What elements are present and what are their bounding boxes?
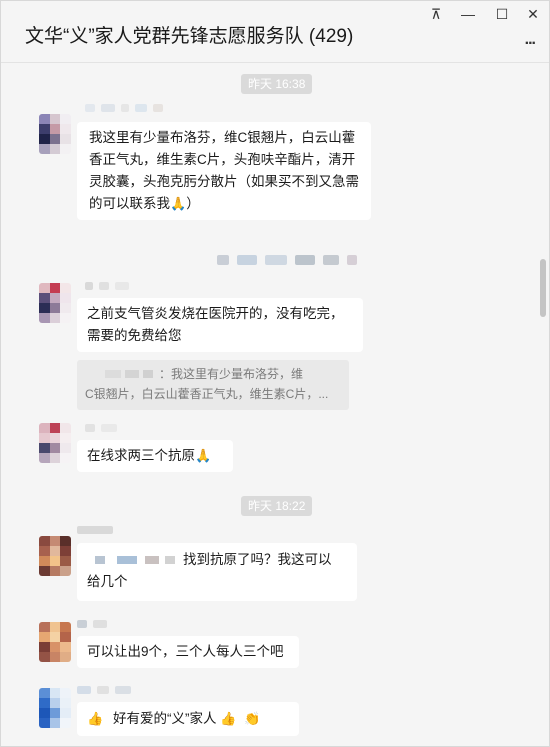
window-bottom-edge: [1, 738, 549, 746]
avatar[interactable]: [39, 622, 71, 662]
message-text: 之前支气管炎发烧在医院开的，没有吃完，需要的免费给您: [87, 306, 344, 343]
pray-emoji-icon: 🙏: [195, 448, 212, 463]
avatar[interactable]: [39, 283, 71, 323]
title-bar: 文华“义”家人党群先锋志愿服务队 (429) ⊼ — ☐ ✕ ...: [1, 1, 549, 63]
clap-emoji-icon: 👏: [244, 711, 261, 726]
chat-title: 文华“义”家人党群先锋志愿服务队 (429): [25, 26, 354, 47]
close-button[interactable]: ✕: [522, 5, 544, 23]
message-bubble[interactable]: 找到抗原了吗？我这可以 给几个: [77, 543, 357, 601]
quoted-message[interactable]: ：我这里有少量布洛芬，维 C银翘片，白云山藿香正气丸，维生素C片，...: [77, 360, 349, 410]
message-text: 我这里有少量布洛芬，维C银翘片，白云山藿香正气丸，维生素C片，头孢呋辛酯片，清开…: [89, 130, 359, 211]
avatar[interactable]: [39, 423, 71, 463]
timestamp: 昨天 16:38: [241, 74, 313, 94]
thumbs-up-emoji-icon: 👍: [87, 711, 104, 726]
avatar[interactable]: [39, 536, 71, 576]
message-list[interactable]: 昨天 16:38 我这里有少量布洛芬，维C银翘片，白云山藿香正气丸，维生素C片，…: [1, 64, 549, 746]
avatar[interactable]: [39, 688, 71, 728]
message-bubble[interactable]: 在线求两三个抗原🙏: [77, 440, 233, 472]
sender-name: [77, 686, 131, 694]
maximize-button[interactable]: ☐: [491, 5, 513, 23]
pray-emoji-icon: 🙏: [170, 196, 187, 211]
quote-text-line1: ：我这里有少量布洛芬，维: [159, 367, 304, 381]
sender-name: [77, 620, 107, 628]
timestamp: 昨天 18:22: [241, 496, 313, 516]
chat-window: 文华“义”家人党群先锋志愿服务队 (429) ⊼ — ☐ ✕ ... 昨天 16…: [0, 0, 550, 747]
quote-text-line2: C银翘片，白云山藿香正气丸，维生素C片，...: [85, 387, 329, 401]
sender-name: [85, 282, 129, 290]
message-text: 在线求两三个抗原: [87, 448, 195, 463]
message-bubble[interactable]: 可以让出9个，三个人每人三个吧: [77, 636, 299, 668]
message-text-cont: 给几个: [87, 574, 128, 589]
scrollbar[interactable]: [540, 259, 546, 317]
thumbs-up-emoji-icon: 👍: [220, 711, 237, 726]
message-text: 好有爱的“义”家人: [112, 711, 217, 726]
sender-name: [85, 424, 117, 432]
message-bubble[interactable]: 之前支气管炎发烧在医院开的，没有吃完，需要的免费给您: [77, 298, 363, 352]
sender-name: [85, 104, 163, 112]
message-bubble[interactable]: 👍 好有爱的“义”家人 👍 👏: [77, 702, 299, 736]
message-text: 找到抗原了吗？我这可以: [183, 552, 332, 567]
blurred-name-row: [217, 255, 357, 265]
pin-icon[interactable]: ⊼: [425, 5, 447, 23]
message-text: 可以让出9个，三个人每人三个吧: [87, 644, 284, 659]
message-bubble[interactable]: 我这里有少量布洛芬，维C银翘片，白云山藿香正气丸，维生素C片，头孢呋辛酯片，清开…: [77, 122, 371, 220]
sender-name: [77, 526, 113, 534]
avatar[interactable]: [39, 114, 71, 154]
message-text-end: ）: [186, 196, 200, 211]
more-options-icon[interactable]: ...: [525, 31, 536, 49]
minimize-button[interactable]: —: [457, 5, 479, 23]
